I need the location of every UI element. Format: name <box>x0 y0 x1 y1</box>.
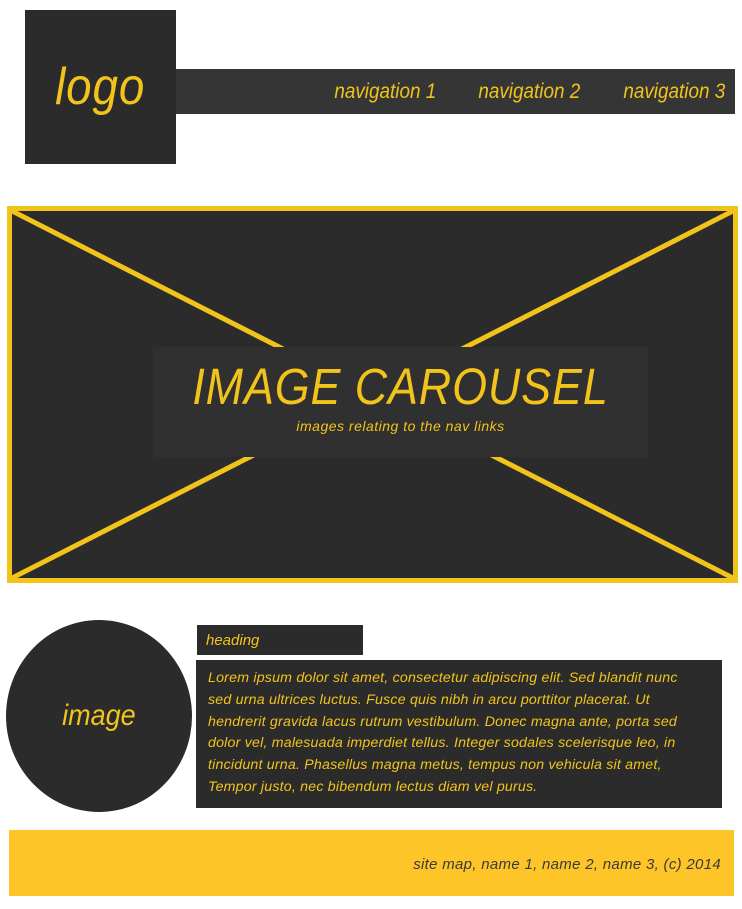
nav-link-1[interactable]: navigation 1 <box>335 80 437 104</box>
carousel-subtitle: images relating to the nav links <box>296 418 505 434</box>
body-line: Tempor justo, nec bibendum lectus diam v… <box>208 778 538 795</box>
logo-text: logo <box>55 58 146 116</box>
body-paragraph: Lorem ipsum dolor sit amet, consectetur … <box>208 668 712 799</box>
body-line: sed urna ultrices luctus. Fusce quis nib… <box>208 691 650 708</box>
carousel-title: IMAGE CAROUSEL <box>192 358 609 415</box>
nav-link-3[interactable]: navigation 3 <box>623 80 725 104</box>
footer-links[interactable]: site map, name 1, name 2, name 3, (c) 20… <box>413 856 721 873</box>
image-placeholder: image <box>6 620 192 812</box>
content-body: Lorem ipsum dolor sit amet, consectetur … <box>196 660 722 808</box>
body-line: Lorem ipsum dolor sit amet, consectetur … <box>208 670 678 686</box>
logo[interactable]: logo <box>25 10 176 164</box>
body-line: hendrerit gravida lacus rutrum vestibulu… <box>208 713 678 730</box>
image-carousel[interactable]: IMAGE CAROUSEL images relating to the na… <box>7 206 738 583</box>
body-line: dolor vel, malesuada imperdiet tellus. I… <box>208 735 676 752</box>
navigation-bar: navigation 1 navigation 2 navigation 3 <box>170 69 735 114</box>
image-label: image <box>62 699 136 732</box>
body-line: tincidunt urna. Phasellus magna metus, t… <box>208 757 662 774</box>
content-heading: heading <box>197 625 363 655</box>
carousel-caption: IMAGE CAROUSEL images relating to the na… <box>153 347 648 457</box>
heading-text: heading <box>206 631 260 649</box>
footer: site map, name 1, name 2, name 3, (c) 20… <box>9 830 734 896</box>
nav-link-2[interactable]: navigation 2 <box>479 80 581 104</box>
